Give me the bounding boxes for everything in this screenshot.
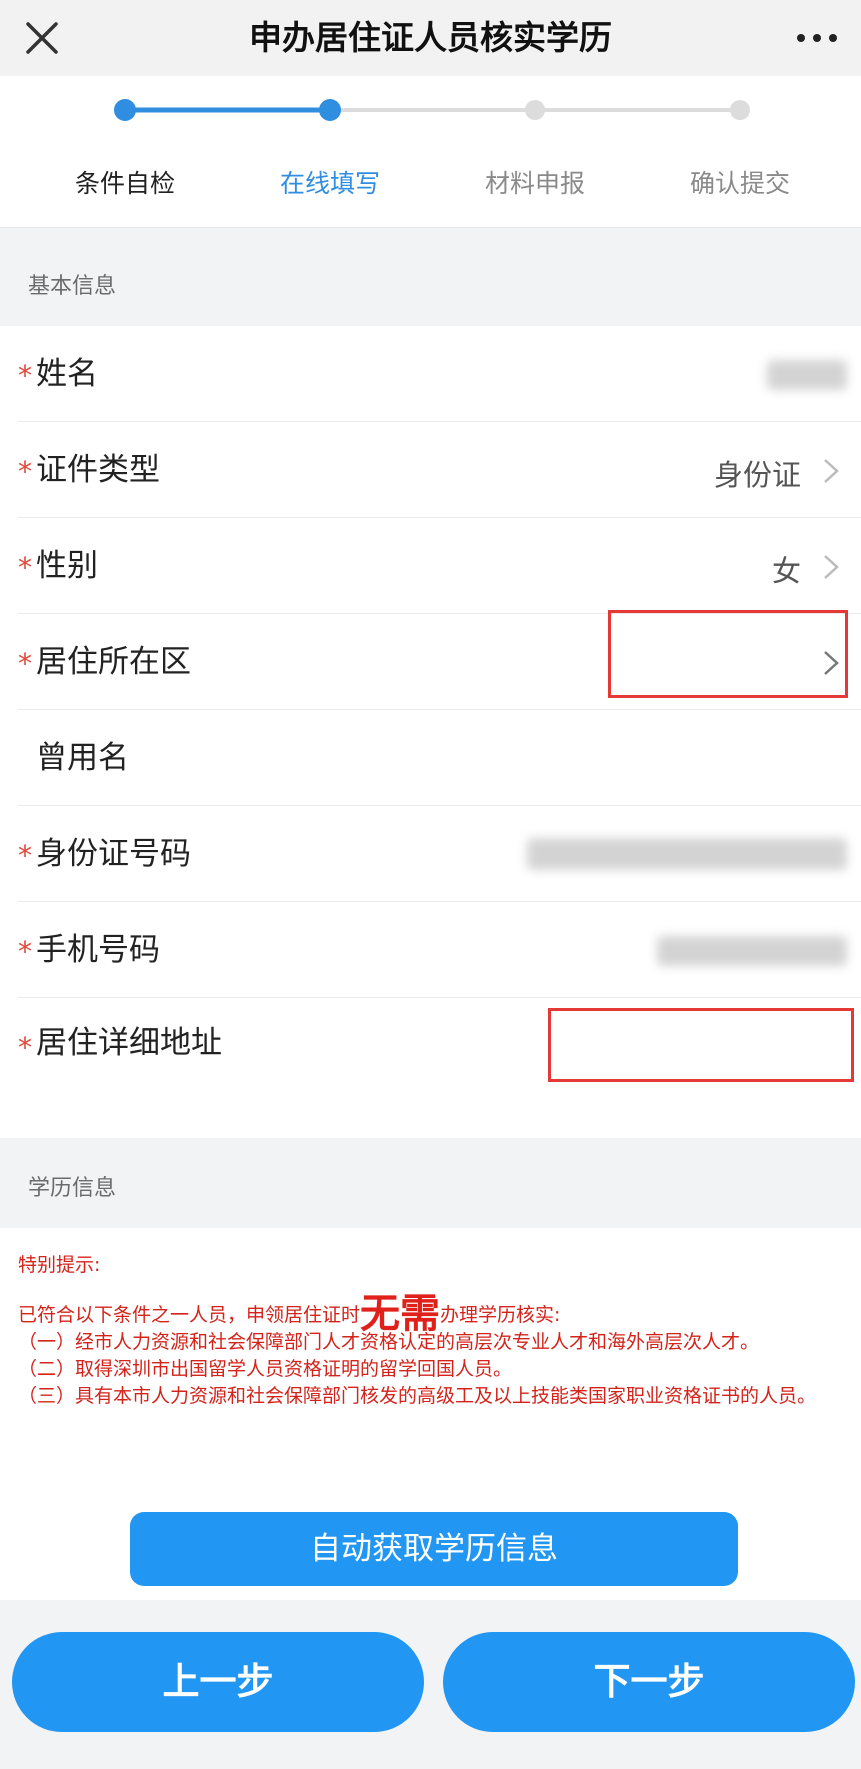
redacted-value [527, 838, 847, 870]
close-icon[interactable] [18, 14, 66, 62]
required-mark: * [18, 935, 32, 968]
step-label-4: 确认提交 [689, 169, 790, 198]
field-value: 身份证 [713, 458, 801, 492]
notice-prefix: 已符合以下条件之一人员，申领居住证时 [18, 1304, 361, 1326]
nav-bar: 申办居住证人员核实学历 [0, 0, 861, 76]
step-dot-4 [730, 100, 750, 120]
step-dot-1 [114, 99, 136, 121]
field-id-number[interactable]: * 身份证号码 [18, 806, 861, 902]
required-mark: * [18, 551, 32, 584]
chevron-right-icon [824, 459, 839, 483]
bottom-action-bar: 上一步 下一步 [0, 1600, 861, 1769]
education-panel: 特别提示: 已符合以下条件之一人员，申领居住证时无需办理学历核实: （一）经市人… [0, 1228, 861, 1600]
special-notice: 特别提示: 已符合以下条件之一人员，申领居住证时无需办理学历核实: （一）经市人… [18, 1252, 848, 1410]
step-label-1: 条件自检 [74, 169, 175, 198]
notice-title: 特别提示: [18, 1254, 101, 1276]
progress-stepper: 条件自检 在线填写 材料申报 确认提交 [0, 76, 861, 228]
prev-step-button[interactable]: 上一步 [12, 1632, 424, 1732]
required-mark: * [18, 839, 32, 872]
auto-fetch-education-button[interactable]: 自动获取学历信息 [130, 1512, 738, 1586]
section-title-basic: 基本信息 [28, 274, 117, 299]
education-info-header: 学历信息 [0, 1142, 861, 1228]
field-label: 曾用名 [36, 740, 129, 776]
next-step-button[interactable]: 下一步 [443, 1632, 855, 1732]
field-label: 居住详细地址 [36, 1025, 222, 1061]
required-mark: * [18, 455, 32, 488]
required-mark: * [18, 647, 32, 680]
notice-item-3: （三）具有本市人力资源和社会保障部门核发的高级工及以上技能类国家职业资格证书的人… [18, 1385, 817, 1407]
more-icon[interactable] [787, 14, 847, 62]
redacted-value [657, 936, 847, 966]
required-mark: * [18, 359, 32, 392]
step-dot-3 [525, 100, 545, 120]
field-phone[interactable]: * 手机号码 [18, 902, 861, 998]
field-district[interactable]: * 居住所在区 [18, 610, 861, 710]
highlight-box [608, 610, 848, 698]
field-address[interactable]: * 居住详细地址 [18, 998, 861, 1138]
field-label: 姓名 [36, 356, 98, 392]
notice-suffix: 办理学历核实: [440, 1304, 561, 1326]
field-label: 身份证号码 [36, 836, 191, 872]
notice-intro: 已符合以下条件之一人员，申领居住证时无需办理学历核实: [18, 1294, 848, 1334]
required-mark: * [18, 1031, 32, 1064]
field-former-name[interactable]: 曾用名 [18, 710, 861, 806]
field-label: 居住所在区 [36, 644, 191, 680]
highlight-box [548, 1008, 854, 1082]
step-label-3: 材料申报 [484, 169, 585, 198]
section-title-education: 学历信息 [28, 1176, 117, 1201]
field-name[interactable]: * 姓名 [18, 326, 861, 422]
field-label: 证件类型 [36, 452, 160, 488]
field-label: 性别 [36, 548, 98, 584]
notice-item-1: （一）经市人力资源和社会保障部门人才资格认定的高层次专业人才和海外高层次人才。 [18, 1331, 760, 1353]
step-dot-2 [319, 99, 341, 121]
step-label-2: 在线填写 [279, 169, 380, 198]
field-value: 女 [771, 554, 801, 588]
page-title: 申办居住证人员核实学历 [249, 18, 612, 57]
field-id-type[interactable]: * 证件类型 身份证 [18, 422, 861, 518]
field-label: 手机号码 [36, 932, 160, 968]
basic-info-header: 基本信息 [0, 240, 861, 326]
basic-info-form: * 姓名 * 证件类型 身份证 * 性别 女 * 居住所在区 曾用名 * 身份证… [0, 326, 861, 1138]
stepper-track [114, 99, 750, 121]
field-gender[interactable]: * 性别 女 [18, 518, 861, 614]
redacted-value [767, 360, 847, 390]
notice-item-2: （二）取得深圳市出国留学人员资格证明的留学回国人员。 [18, 1358, 513, 1380]
chevron-right-icon [824, 555, 839, 579]
